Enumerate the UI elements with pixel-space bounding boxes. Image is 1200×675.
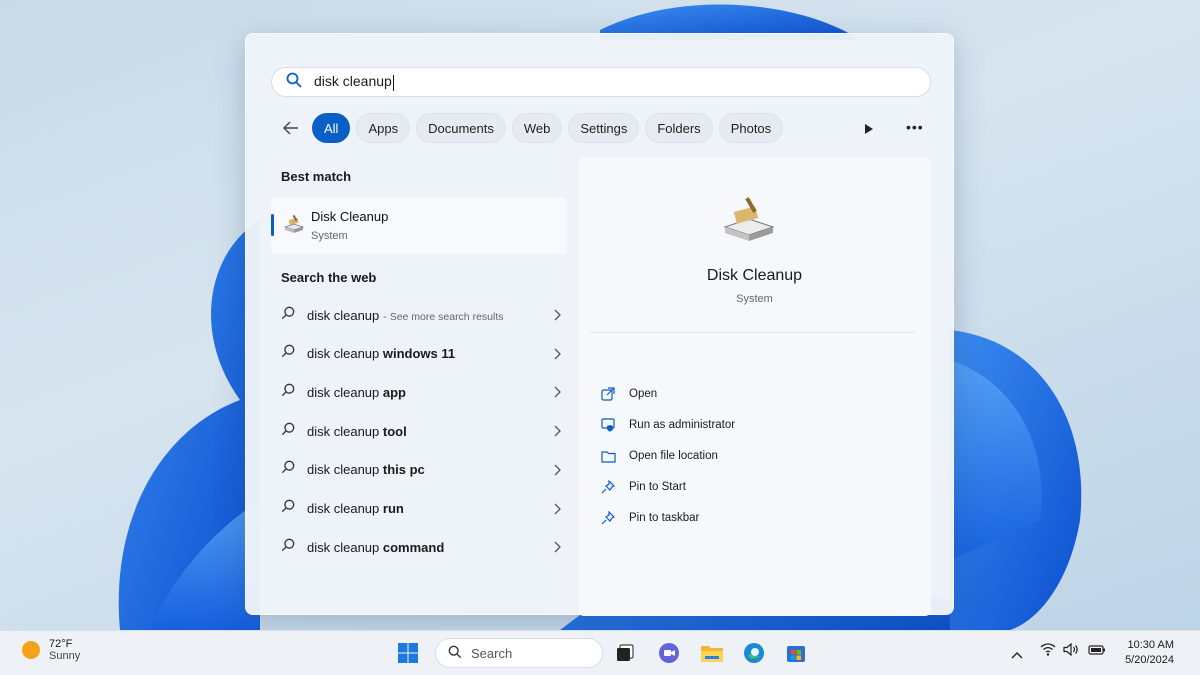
search-icon bbox=[281, 460, 295, 479]
search-icon bbox=[281, 499, 295, 518]
clock[interactable]: 10:30 AM 5/20/2024 bbox=[1125, 638, 1174, 668]
weather-desc: Sunny bbox=[49, 650, 81, 662]
filter-folders[interactable]: Folders bbox=[645, 113, 713, 143]
search-icon bbox=[281, 538, 295, 557]
web-search-suggestion[interactable]: disk cleanup - See more search results bbox=[281, 302, 561, 328]
task-view-icon[interactable] bbox=[612, 640, 638, 666]
filter-photos[interactable]: Photos bbox=[718, 113, 784, 143]
action-pin-to-taskbar[interactable]: Pin to taskbar bbox=[600, 508, 699, 528]
play-more-filters-icon[interactable] bbox=[864, 122, 874, 140]
chevron-right-icon bbox=[553, 347, 561, 365]
battery-icon[interactable] bbox=[1088, 643, 1106, 661]
best-match-name: Disk Cleanup bbox=[311, 209, 389, 224]
best-match-result[interactable]: Disk Cleanup System bbox=[271, 197, 567, 254]
chevron-right-icon bbox=[553, 502, 561, 520]
chevron-up-icon[interactable] bbox=[1011, 646, 1023, 664]
search-icon bbox=[448, 645, 462, 662]
suggestion-text: disk cleanup app bbox=[307, 384, 407, 400]
file-explorer-icon[interactable] bbox=[699, 640, 725, 666]
microsoft-store-icon[interactable] bbox=[783, 640, 809, 666]
web-search-suggestion[interactable]: disk cleanup app bbox=[281, 379, 561, 405]
search-icon bbox=[281, 422, 295, 441]
filter-chips: All Apps Documents Web Settings Folders … bbox=[276, 113, 789, 143]
open-external-icon bbox=[600, 386, 616, 402]
detail-app-name: Disk Cleanup bbox=[706, 267, 803, 284]
filter-web[interactable]: Web bbox=[511, 113, 563, 143]
action-pin-to-start[interactable]: Pin to Start bbox=[600, 477, 686, 497]
pin-icon bbox=[600, 479, 616, 495]
suggestion-text: disk cleanup this pc bbox=[307, 462, 425, 478]
search-icon bbox=[281, 344, 295, 363]
search-icon bbox=[286, 72, 302, 93]
edge-browser-icon[interactable] bbox=[741, 640, 767, 666]
search-icon bbox=[281, 306, 295, 325]
taskbar-search-label: Search bbox=[471, 645, 513, 661]
filter-settings[interactable]: Settings bbox=[568, 113, 640, 143]
windows-start-icon[interactable] bbox=[395, 640, 421, 666]
best-match-type: System bbox=[311, 230, 348, 242]
shield-icon bbox=[600, 417, 616, 433]
search-query-text: disk cleanup bbox=[314, 73, 394, 91]
chevron-right-icon bbox=[553, 385, 561, 403]
chevron-right-icon bbox=[553, 540, 561, 558]
detail-divider bbox=[590, 332, 915, 333]
disk-cleanup-large-icon bbox=[721, 195, 777, 248]
detail-app-type: System bbox=[736, 293, 773, 305]
filter-apps[interactable]: Apps bbox=[356, 113, 411, 143]
clock-time: 10:30 AM bbox=[1127, 639, 1174, 651]
wifi-icon[interactable] bbox=[1040, 643, 1056, 661]
start-search-panel: disk cleanup All Apps Documents Web Sett… bbox=[245, 33, 954, 616]
web-search-suggestion[interactable]: disk cleanup tool bbox=[281, 418, 561, 444]
folder-icon bbox=[600, 448, 616, 464]
action-open[interactable]: Open bbox=[600, 384, 657, 404]
search-web-heading: Search the web bbox=[281, 270, 377, 285]
action-open-file-location[interactable]: Open file location bbox=[600, 446, 718, 466]
filter-all[interactable]: All bbox=[312, 113, 351, 143]
result-detail-pane: Disk Cleanup System Open Run as administ… bbox=[578, 157, 931, 616]
filter-documents[interactable]: Documents bbox=[416, 113, 506, 143]
suggestion-text: disk cleanup tool bbox=[307, 423, 407, 439]
taskbar: 72°F Sunny Search 10:30 AM 5/20/2024 bbox=[0, 630, 1200, 675]
pin-icon bbox=[600, 510, 616, 526]
search-input[interactable]: disk cleanup bbox=[271, 67, 931, 97]
suggestion-text: disk cleanup command bbox=[307, 539, 445, 555]
weather-widget[interactable]: 72°F Sunny bbox=[22, 638, 80, 662]
suggestion-text: disk cleanup run bbox=[307, 501, 404, 516]
best-match-heading: Best match bbox=[281, 169, 352, 184]
disk-cleanup-icon bbox=[283, 214, 305, 239]
chevron-right-icon bbox=[553, 308, 561, 326]
sun-icon bbox=[22, 641, 40, 659]
weather-temp: 72°F bbox=[49, 638, 73, 650]
action-run-as-admin[interactable]: Run as administrator bbox=[600, 415, 735, 435]
selection-indicator bbox=[271, 214, 274, 236]
web-search-suggestion[interactable]: disk cleanup command bbox=[281, 534, 561, 560]
chat-icon[interactable] bbox=[656, 640, 682, 666]
web-search-suggestion[interactable]: disk cleanup run bbox=[281, 496, 561, 522]
web-search-suggestion[interactable]: disk cleanup this pc bbox=[281, 457, 561, 483]
suggestion-text: disk cleanup windows 11 bbox=[307, 346, 456, 362]
suggestion-text: disk cleanup - See more search results bbox=[307, 307, 504, 323]
clock-date: 5/20/2024 bbox=[1125, 654, 1174, 666]
more-options-icon[interactable]: ••• bbox=[906, 119, 924, 135]
taskbar-search-box[interactable]: Search bbox=[435, 638, 603, 668]
chevron-right-icon bbox=[553, 424, 561, 442]
search-icon bbox=[281, 383, 295, 402]
web-search-suggestion[interactable]: disk cleanup windows 11 bbox=[281, 341, 561, 367]
back-arrow-icon[interactable] bbox=[276, 113, 306, 143]
volume-icon[interactable] bbox=[1063, 642, 1079, 661]
chevron-right-icon bbox=[553, 463, 561, 481]
